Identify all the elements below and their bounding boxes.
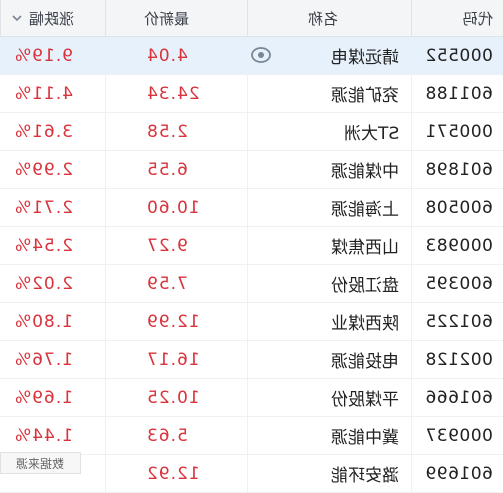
table-row[interactable]: 002128 电投能源 16.17 1.76% (0, 341, 503, 379)
stock-price: 9.27 (105, 227, 247, 264)
stock-code: 601666 (411, 379, 503, 416)
stock-code: 000552 (411, 37, 503, 74)
stock-change: 2.54% (14, 235, 74, 256)
stock-name: 兖矿能源 (247, 75, 411, 112)
stock-code: 601225 (411, 303, 503, 340)
stock-change: 4.11% (14, 83, 74, 104)
stock-name: 电投能源 (247, 341, 411, 378)
stock-name: 潞安环能 (247, 455, 411, 492)
table-row[interactable]: 600395 盘江股份 7.59 2.02% (0, 265, 503, 303)
stock-price: 16.17 (105, 341, 247, 378)
stock-code: 000571 (411, 113, 503, 150)
table-body: 000552 靖远煤电 4.04 9.19% 601188 兖矿能源 24.34 4.11% 0… (0, 37, 503, 493)
stock-ranking-panel: 代码 名称 最新价 涨跌幅 000552 靖远煤电 4.04 9.19% 601188 兖… (0, 0, 503, 493)
stock-price: 6.55 (105, 151, 247, 188)
stock-code: 000983 (411, 227, 503, 264)
stock-change: 1.76% (14, 349, 74, 370)
table-header: 代码 名称 最新价 涨跌幅 (0, 0, 503, 37)
header-code[interactable]: 代码 (411, 0, 503, 36)
stock-name: 陕西煤业 (247, 303, 411, 340)
stock-code: 600395 (411, 265, 503, 302)
chevron-down-icon (12, 15, 22, 22)
table-row[interactable]: 601898 中煤能源 6.55 2.99% (0, 151, 503, 189)
table-row[interactable]: 600508 上海能源 10.60 2.71% (0, 189, 503, 227)
stock-price: 12.99 (105, 303, 247, 340)
stock-code: 601699 (411, 455, 503, 492)
stock-name: 平煤股份 (247, 379, 411, 416)
stock-change: 2.71% (14, 197, 74, 218)
stock-price: 10.25 (105, 379, 247, 416)
stock-code: 601898 (411, 151, 503, 188)
stock-name: 上海能源 (247, 189, 411, 226)
stock-code: 002128 (411, 341, 503, 378)
stock-change: 2.99% (14, 159, 74, 180)
stock-change: 1.80% (14, 311, 74, 332)
eye-icon[interactable] (250, 46, 272, 64)
table-row[interactable]: 000937 冀中能源 5.63 1.44% (0, 417, 503, 455)
header-change-sort[interactable]: 涨跌幅 (0, 0, 105, 36)
table-row[interactable]: 601225 陕西煤业 12.99 1.80% (0, 303, 503, 341)
table-row[interactable]: 000552 靖远煤电 4.04 9.19% (0, 37, 503, 75)
stock-name: 盘江股份 (247, 265, 411, 302)
header-price[interactable]: 最新价 (105, 0, 247, 36)
stock-name: 冀中能源 (247, 417, 411, 454)
stock-price: 24.34 (105, 75, 247, 112)
stock-price: 5.63 (105, 417, 247, 454)
table-row[interactable]: 000983 山西焦煤 9.27 2.54% (0, 227, 503, 265)
stock-price: 12.92 (105, 455, 247, 492)
stock-change: 2.02% (14, 273, 74, 294)
stock-name: 山西焦煤 (247, 227, 411, 264)
stock-code: 000937 (411, 417, 503, 454)
stock-table: 代码 名称 最新价 涨跌幅 000552 靖远煤电 4.04 9.19% 601188 兖… (0, 0, 503, 493)
stock-price: 7.59 (105, 265, 247, 302)
table-row[interactable]: 601188 兖矿能源 24.34 4.11% (0, 75, 503, 113)
stock-code: 601188 (411, 75, 503, 112)
stock-name: 中煤能源 (247, 151, 411, 188)
stock-change: 1.69% (14, 387, 74, 408)
header-name[interactable]: 名称 (247, 0, 411, 36)
stock-code: 600508 (411, 189, 503, 226)
stock-change: 9.19% (14, 45, 74, 66)
stock-price: 4.04 (105, 37, 247, 74)
stock-name: ST大洲 (247, 113, 411, 150)
table-row[interactable]: 601666 平煤股份 10.25 1.69% (0, 379, 503, 417)
stock-price: 10.60 (105, 189, 247, 226)
stock-change: 3.61% (14, 121, 74, 142)
stock-change: 1.44% (14, 425, 74, 446)
stock-name: 靖远煤电 (247, 37, 411, 74)
stock-price: 2.58 (105, 113, 247, 150)
corner-tag[interactable]: 数据来源 (0, 452, 81, 474)
table-row[interactable]: 000571 ST大洲 2.58 3.61% (0, 113, 503, 151)
